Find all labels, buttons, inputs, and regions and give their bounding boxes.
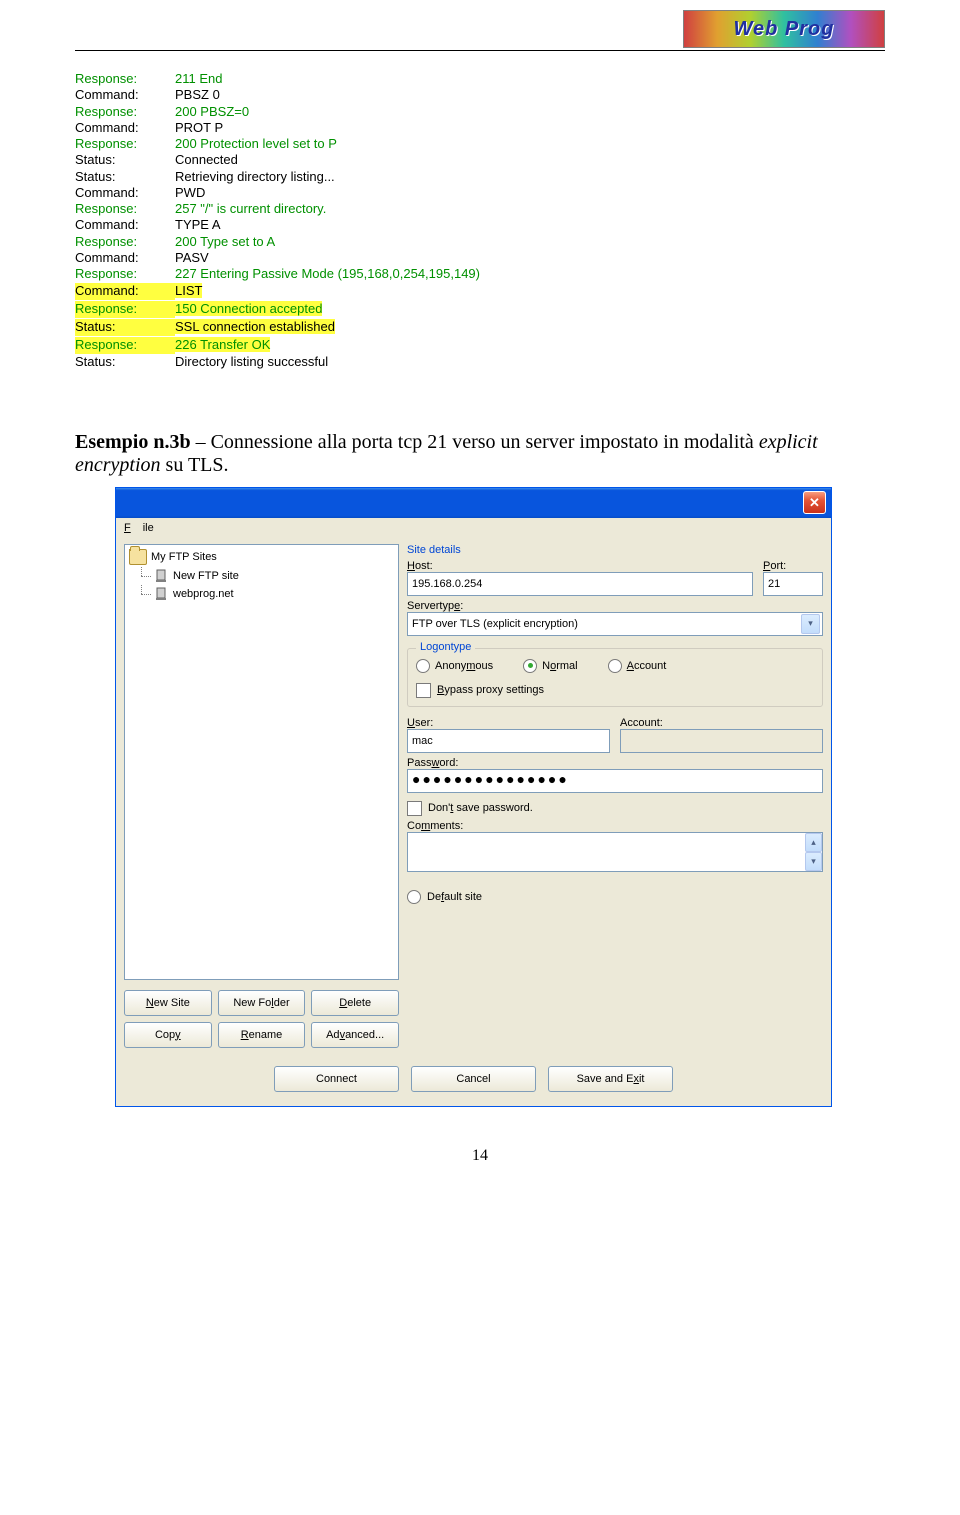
password-label: Password: xyxy=(407,757,823,769)
site-action-button[interactable]: Copy xyxy=(124,1022,212,1048)
menu-file[interactable]: File xyxy=(124,522,154,534)
servertype-label: Servertype: xyxy=(407,600,823,612)
scroll-up-icon[interactable]: ▴ xyxy=(805,833,822,852)
groupbox-title: Logontype xyxy=(416,641,475,653)
tree-item[interactable]: New FTP site xyxy=(141,567,398,585)
dialog-button-row: Connect Cancel Save and Exit xyxy=(116,1056,831,1106)
password-input[interactable]: ●●●●●●●●●●●●●●● xyxy=(407,769,823,793)
dialog-action-button[interactable]: Connect xyxy=(274,1066,399,1092)
comments-label: Comments: xyxy=(407,820,823,832)
left-button-grid: New SiteNew FolderDelete CopyRenameAdvanc… xyxy=(124,990,399,1048)
host-label: Host: xyxy=(407,560,753,572)
logontype-radio[interactable] xyxy=(416,659,430,673)
header-logo-area: Web Prog xyxy=(75,0,885,50)
radio-label: Normal xyxy=(542,660,577,672)
site-action-button[interactable]: New Site xyxy=(124,990,212,1016)
bypass-proxy-checkbox[interactable] xyxy=(416,683,431,698)
menu-bar: File xyxy=(116,518,831,538)
close-button[interactable]: ✕ xyxy=(803,491,826,514)
logontype-groupbox: Logontype AnonymousNormalAccount Bypass … xyxy=(407,648,823,707)
radio-label: Anonymous xyxy=(435,660,493,672)
server-icon xyxy=(153,568,169,584)
bypass-proxy-label: Bypass proxy settings xyxy=(437,684,544,696)
site-action-button[interactable]: Rename xyxy=(218,1022,306,1048)
user-label: User: xyxy=(407,717,610,729)
site-details-label: Site details xyxy=(407,544,823,556)
comments-textarea[interactable]: ▴ ▾ xyxy=(407,832,823,872)
titlebar: ✕ xyxy=(116,488,831,518)
default-site-label: Default site xyxy=(427,891,482,903)
dont-save-password-checkbox[interactable] xyxy=(407,801,422,816)
logontype-radio[interactable] xyxy=(523,659,537,673)
site-tree[interactable]: My FTP Sites New FTP sitewebprog.net xyxy=(124,544,399,980)
port-label: Port: xyxy=(763,560,823,572)
scroll-down-icon[interactable]: ▾ xyxy=(805,852,822,871)
port-input[interactable] xyxy=(763,572,823,596)
radio-label: Account xyxy=(627,660,667,672)
horizontal-rule xyxy=(75,50,885,51)
logo-image: Web Prog xyxy=(683,10,885,48)
example-bold: Esempio n.3b xyxy=(75,431,191,453)
dialog-action-button[interactable]: Cancel xyxy=(411,1066,536,1092)
page-number: 14 xyxy=(75,1147,885,1165)
site-action-button[interactable]: New Folder xyxy=(218,990,306,1016)
dialog-action-button[interactable]: Save and Exit xyxy=(548,1066,673,1092)
folder-icon xyxy=(129,549,147,565)
chevron-down-icon: ▾ xyxy=(801,614,820,634)
account-label: Account: xyxy=(620,717,823,729)
server-icon xyxy=(153,586,169,602)
site-action-button[interactable]: Advanced... xyxy=(311,1022,399,1048)
tree-root-label: My FTP Sites xyxy=(151,551,217,563)
ftp-log-block: Response:211 EndCommand:PBSZ 0Response:2… xyxy=(75,71,885,371)
site-manager-dialog: ✕ File My FTP Sites New FTP sitewebprog.… xyxy=(115,487,832,1107)
default-site-radio[interactable] xyxy=(407,890,421,904)
user-input[interactable] xyxy=(407,729,610,753)
example-paragraph: Esempio n.3b – Connessione alla porta tc… xyxy=(75,431,885,477)
logontype-radio[interactable] xyxy=(608,659,622,673)
example-text2: su TLS. xyxy=(161,454,229,476)
tree-item[interactable]: webprog.net xyxy=(141,585,398,603)
dont-save-password-label: Don't save password. xyxy=(428,802,533,814)
example-text1: Connessione alla porta tcp 21 verso un s… xyxy=(211,431,759,453)
host-input[interactable] xyxy=(407,572,753,596)
account-input[interactable] xyxy=(620,729,823,753)
separator: – xyxy=(191,431,211,453)
servertype-dropdown[interactable]: FTP over TLS (explicit encryption) ▾ xyxy=(407,612,823,636)
servertype-value: FTP over TLS (explicit encryption) xyxy=(412,618,578,630)
site-action-button[interactable]: Delete xyxy=(311,990,399,1016)
